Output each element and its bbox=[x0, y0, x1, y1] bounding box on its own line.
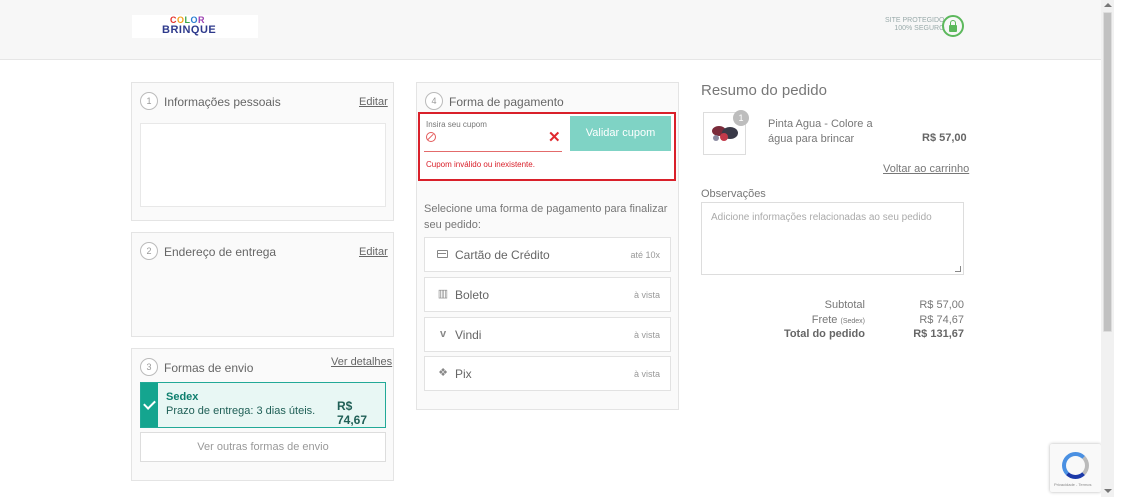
payment-option-pix[interactable]: ❖ Pix à vista bbox=[424, 356, 671, 391]
coupon-input[interactable] bbox=[440, 130, 540, 148]
scrollbar-thumb[interactable] bbox=[1103, 12, 1112, 332]
shipping-desc: Prazo de entrega: 3 dias úteis. bbox=[166, 405, 316, 417]
subtotal-row: Subtotal R$ 57,00 bbox=[760, 299, 964, 313]
clear-coupon-icon[interactable]: ✕ bbox=[548, 128, 561, 146]
notes-placeholder: Adicione informações relacionadas ao seu… bbox=[711, 212, 932, 223]
frete-note: (Sedex) bbox=[840, 318, 865, 325]
validate-coupon-button[interactable]: Validar cupom bbox=[570, 116, 671, 151]
recaptcha-text[interactable]: Privacidade - Termos bbox=[1054, 482, 1092, 487]
payment-option-vindi[interactable]: v Vindi à vista bbox=[424, 317, 671, 352]
payment-option-name: Pix bbox=[455, 367, 472, 381]
secure-site-badge: SITE PROTEGIDO 100% SEGURO bbox=[885, 17, 945, 33]
product-quantity-badge: 1 bbox=[733, 110, 749, 126]
product-price: R$ 57,00 bbox=[922, 132, 967, 144]
pix-icon: ❖ bbox=[438, 367, 448, 379]
payment-option-note: até 10x bbox=[630, 250, 660, 260]
page-scrollbar[interactable] bbox=[1101, 0, 1114, 497]
subtotal-label: Subtotal bbox=[824, 299, 865, 311]
total-label: Total do pedido bbox=[783, 328, 865, 340]
secure-line-1: SITE PROTEGIDO bbox=[885, 17, 945, 24]
notes-textarea[interactable]: Adicione informações relacionadas ao seu… bbox=[701, 202, 964, 275]
coupon-section: Insira seu cupom ✕ Validar cupom Cupom i… bbox=[418, 112, 676, 181]
total-row: Total do pedido R$ 131,67 bbox=[760, 328, 964, 342]
payment-option-note: à vista bbox=[633, 330, 660, 340]
step-number: 1 bbox=[140, 92, 158, 110]
step-number: 4 bbox=[425, 92, 443, 110]
shipping-price: R$ 74,67 bbox=[337, 399, 368, 427]
edit-link[interactable]: Editar bbox=[359, 246, 388, 258]
frete-label: Frete bbox=[811, 314, 838, 326]
recaptcha-icon bbox=[1062, 452, 1089, 479]
payment-option-note: à vista bbox=[633, 290, 660, 300]
payment-instruction: Selecione uma forma de pagamento para fi… bbox=[424, 203, 668, 231]
resize-grip-icon[interactable] bbox=[955, 266, 961, 272]
delivery-address-panel: 2 Endereço de entrega Editar bbox=[131, 232, 394, 337]
payment-option-name: Vindi bbox=[455, 328, 482, 342]
panel-title: Endereço de entrega bbox=[164, 245, 277, 259]
credit-card-icon bbox=[437, 250, 448, 258]
selected-shipping-option[interactable]: Sedex Prazo de entrega: 3 dias úteis. R$… bbox=[140, 382, 386, 428]
back-to-cart-link[interactable]: Voltar ao carrinho bbox=[883, 163, 969, 175]
edit-link[interactable]: Editar bbox=[359, 96, 388, 108]
panel-title: Forma de pagamento bbox=[449, 95, 564, 109]
shipping-cost-row: Frete (Sedex) R$ 74,67 bbox=[760, 314, 964, 328]
product-name: Pinta Agua - Colore a água para brincar bbox=[768, 118, 873, 145]
header: COLOR BRINQUE SITE PROTEGIDO 100% SEGURO bbox=[0, 0, 1101, 60]
recaptcha-badge[interactable]: Privacidade - Termos bbox=[1050, 444, 1101, 492]
personal-info-content bbox=[140, 123, 386, 207]
shipping-panel: 3 Formas de envio Ver detalhes Sedex Pra… bbox=[131, 348, 394, 481]
payment-option-name: Boleto bbox=[455, 288, 490, 302]
total-value: R$ 131,67 bbox=[913, 328, 964, 340]
payment-option-note: à vista bbox=[633, 369, 660, 379]
lock-icon bbox=[942, 15, 964, 37]
coupon-input-underline bbox=[424, 151, 562, 152]
coupon-tag-icon bbox=[426, 132, 436, 142]
shipping-name: Sedex bbox=[166, 391, 199, 403]
payment-option-name: Cartão de Crédito bbox=[455, 248, 550, 262]
other-shipping-button[interactable]: Ver outras formas de envio bbox=[140, 432, 386, 462]
coupon-label: Insira seu cupom bbox=[426, 120, 487, 129]
check-icon bbox=[141, 383, 158, 427]
panel-title: Informações pessoais bbox=[164, 95, 281, 109]
step-number: 2 bbox=[140, 242, 158, 260]
payment-option-boleto[interactable]: ▥ Boleto à vista bbox=[424, 277, 671, 312]
vindi-icon: v bbox=[439, 328, 447, 340]
subtotal-value: R$ 57,00 bbox=[919, 299, 964, 311]
step-number: 3 bbox=[140, 358, 158, 376]
shipping-cost-value: R$ 74,67 bbox=[919, 314, 964, 326]
scroll-down-icon[interactable] bbox=[1104, 489, 1112, 493]
brand-logo[interactable]: COLOR BRINQUE bbox=[132, 15, 258, 38]
notes-label: Observações bbox=[701, 188, 766, 200]
secure-line-2: 100% SEGURO bbox=[894, 25, 945, 32]
scroll-up-icon[interactable] bbox=[1104, 3, 1112, 7]
payment-option-credit-card[interactable]: Cartão de Crédito até 10x bbox=[424, 237, 671, 272]
coupon-error-message: Cupom inválido ou inexistente. bbox=[426, 160, 535, 169]
personal-info-panel: 1 Informações pessoais Editar bbox=[131, 82, 394, 221]
barcode-icon: ▥ bbox=[437, 288, 449, 300]
panel-title: Formas de envio bbox=[164, 361, 254, 375]
address-content bbox=[140, 269, 386, 325]
logo-line-2: BRINQUE bbox=[162, 24, 217, 36]
product-image bbox=[712, 126, 738, 141]
view-details-link[interactable]: Ver detalhes bbox=[331, 356, 392, 368]
shipping-cost-label: Frete (Sedex) bbox=[812, 314, 865, 326]
order-summary-title: Resumo do pedido bbox=[701, 82, 827, 99]
